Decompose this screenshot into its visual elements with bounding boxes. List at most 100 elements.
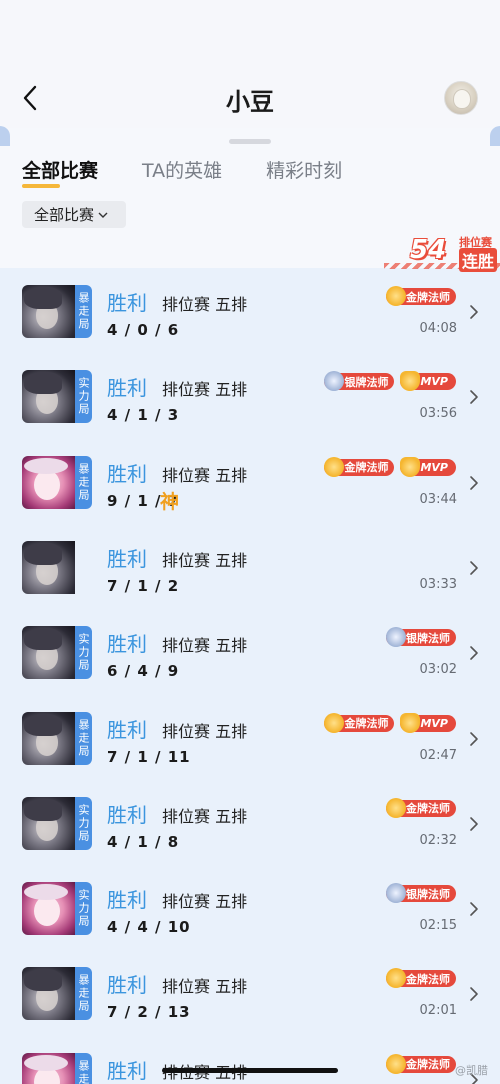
match-row[interactable]: 暴走局 胜利 排位赛 五排 7 / 2 / 13 金牌法师 02:01 (0, 950, 500, 1036)
match-mode: 排位赛 五排 (162, 295, 248, 314)
match-duration: 02:15 (419, 918, 457, 934)
badge-group: 金牌法师 (386, 968, 456, 989)
tab-highlights[interactable]: 精彩时刻 (266, 156, 342, 183)
badge-group: 金牌法师 (386, 1053, 456, 1074)
match-row[interactable]: 实力局 胜利 排位赛 五排 4 / 1 / 8 金牌法师 02:32 (0, 780, 500, 866)
active-tab-indicator (22, 184, 60, 188)
rank-badge: 银牌法师 (386, 627, 456, 648)
match-filter-dropdown[interactable]: 全部比赛 (22, 201, 126, 228)
match-result: 胜利 (107, 1058, 147, 1083)
chevron-right-icon (470, 987, 478, 1002)
match-row[interactable]: 实力局 胜利 排位赛 五排 6 / 4 / 9 银牌法师 03:02 (0, 609, 500, 695)
hero-avatar: 实力局 (22, 796, 92, 850)
kda-score: 7 / 2 / 13 (107, 1003, 191, 1022)
hero-portrait (22, 1052, 75, 1084)
match-mode: 排位赛 五排 (162, 721, 248, 741)
tab-all-matches[interactable]: 全部比赛 (22, 156, 98, 183)
match-type-tag: 暴走局 (75, 455, 92, 509)
match-result: 胜利 (107, 888, 147, 913)
hero-avatar: 暴走局 (22, 455, 92, 509)
hero-portrait (22, 967, 75, 1021)
badge-group: 金牌法师 (386, 286, 456, 306)
match-row[interactable]: 实力局 胜利 排位赛 五排 4 / 1 / 3 银牌法师 MVP 03:56 (0, 353, 500, 439)
match-mode: 排位赛 五排 (162, 636, 248, 656)
hero-portrait (22, 540, 75, 594)
chevron-right-icon (470, 816, 478, 831)
match-type-tag: 暴走局 (75, 1052, 92, 1084)
match-type-tag: 暴走局 (75, 711, 92, 765)
badge-group: 金牌法师 (386, 797, 456, 818)
hero-avatar: 实力局 (22, 882, 92, 936)
hero-portrait (22, 285, 75, 338)
hero-portrait (22, 626, 75, 680)
god-mark: 神 (160, 490, 180, 513)
match-row[interactable]: 暴走局 胜利 排位赛 五排 9 / 1 / 7 神金牌法师 MVP 03:44 (0, 439, 500, 525)
rank-badge: 金牌法师 (324, 712, 395, 733)
match-mode: 排位赛 五排 (162, 806, 248, 826)
kda-score: 6 / 4 / 9 (107, 662, 180, 681)
match-row[interactable]: 暴走局胜利排位赛 五排金牌法师 (0, 1036, 500, 1084)
match-type-tag: 实力局 (75, 882, 92, 936)
match-result: 胜利 (107, 291, 147, 315)
match-duration: 03:44 (419, 491, 457, 507)
match-duration: 04:08 (419, 321, 457, 336)
badge-group: 银牌法师 MVP (324, 371, 456, 392)
kda-score: 4 / 0 / 6 (107, 321, 180, 339)
chevron-right-icon (470, 390, 478, 405)
chevron-down-icon (98, 212, 108, 218)
avatar[interactable] (444, 81, 478, 115)
match-type-tag: 暴走局 (75, 285, 92, 338)
match-list: 暴走局 胜利 排位赛 五排 4 / 0 / 6 金牌法师 04:08 实力局 胜利 排位赛 五排… (0, 268, 500, 1084)
chevron-right-icon (470, 646, 478, 660)
hero-avatar: 暴走局 (22, 1052, 92, 1084)
match-row[interactable]: 暴走局 胜利 排位赛 五排 4 / 0 / 6 金牌法师 04:08 (0, 268, 500, 354)
mvp-badge: MVP (400, 456, 456, 477)
hero-portrait (22, 796, 75, 850)
hero-avatar: 暴走局 (22, 285, 92, 338)
match-row[interactable]: 暴走局 胜利 排位赛 五排 7 / 1 / 11 金牌法师 MVP 02:47 (0, 695, 500, 781)
rank-badge: 金牌法师 (386, 286, 456, 306)
hero-avatar: 实力局 (22, 370, 92, 424)
kda-score: 4 / 4 / 10 (107, 918, 191, 937)
home-indicator[interactable] (162, 1068, 338, 1073)
tab-heroes[interactable]: TA的英雄 (142, 156, 222, 183)
hero-avatar: 暴走局 (22, 967, 92, 1021)
sheet-grabber[interactable] (229, 139, 271, 144)
rank-badge: 金牌法师 (324, 456, 395, 477)
hero-avatar (22, 540, 92, 594)
hero-portrait (22, 370, 75, 424)
hero-portrait (22, 455, 75, 509)
match-type-tag: 实力局 (75, 796, 92, 850)
match-duration: 02:01 (419, 1003, 457, 1019)
match-duration: 02:32 (419, 832, 457, 848)
chevron-right-icon (470, 561, 478, 575)
kda-score: 7 / 1 / 11 (107, 747, 191, 766)
match-row[interactable]: 实力局 胜利 排位赛 五排 4 / 4 / 10 银牌法师 02:15 (0, 865, 500, 951)
rank-badge: 银牌法师 (324, 371, 395, 392)
match-mode: 排位赛 五排 (162, 550, 248, 570)
match-result: 胜利 (107, 973, 147, 998)
match-mode: 排位赛 五排 (162, 977, 248, 997)
chevron-right-icon (470, 731, 478, 746)
hero-avatar: 实力局 (22, 626, 92, 680)
match-row[interactable]: 胜利 排位赛 五排 7 / 1 / 2 03:33 (0, 524, 500, 610)
badge-group: 银牌法师 (386, 883, 456, 904)
hero-portrait (22, 711, 75, 765)
match-mode: 排位赛 五排 (162, 892, 248, 912)
mvp-badge: MVP (400, 371, 456, 392)
match-type-tag: 暴走局 (75, 967, 92, 1021)
match-duration: 03:02 (419, 662, 457, 678)
match-result: 胜利 (107, 546, 147, 571)
kda-score: 4 / 1 / 8 (107, 832, 180, 851)
chevron-right-icon (470, 305, 478, 319)
sheet-edge-right (490, 126, 500, 146)
kda-score: 7 / 1 / 2 (107, 576, 180, 595)
match-type-tag: 实力局 (75, 370, 92, 424)
match-duration: 03:33 (419, 576, 457, 592)
kda-score: 4 / 1 / 3 (107, 406, 180, 425)
watermark: @凯腊 (455, 1064, 488, 1077)
mvp-badge: MVP (400, 712, 456, 733)
match-result: 胜利 (107, 802, 147, 827)
rank-badge: 金牌法师 (386, 1053, 456, 1074)
match-duration: 03:56 (419, 406, 457, 422)
